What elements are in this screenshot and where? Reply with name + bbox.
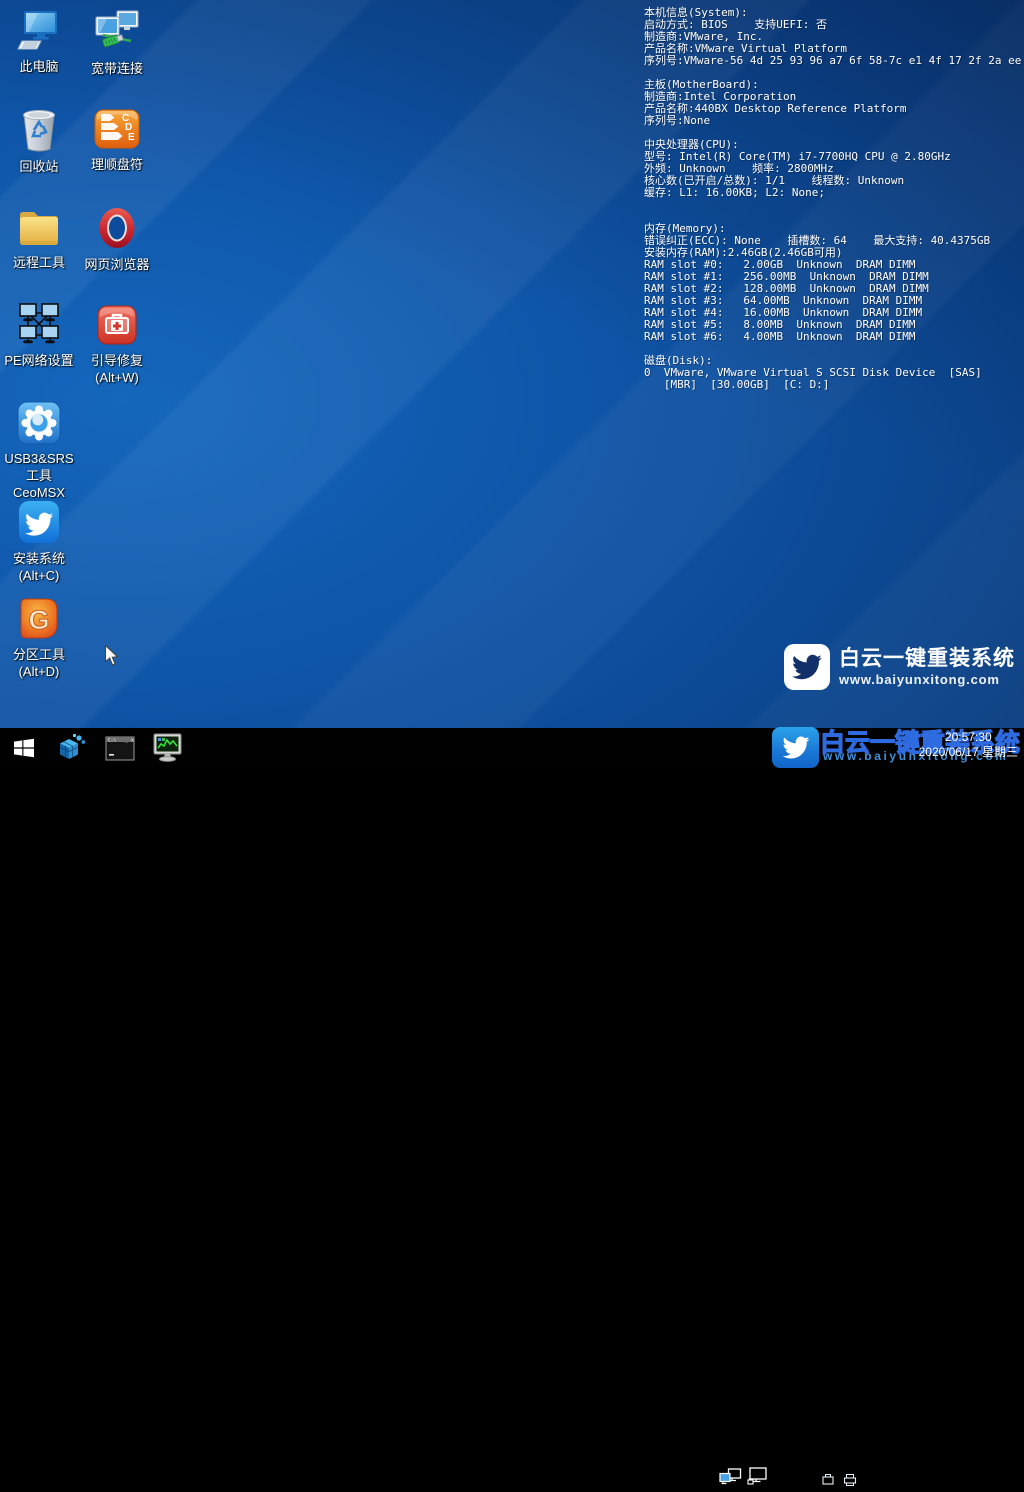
boot-repair-icon	[94, 302, 140, 348]
desktop-icon-web-browser[interactable]: 网页浏览器	[78, 204, 156, 273]
desktop-icon-remote-tools[interactable]: 远程工具	[0, 204, 78, 271]
icon-label: 安装系统	[13, 550, 65, 567]
printer-icon	[843, 1473, 857, 1487]
baiyun-bird-logo	[784, 644, 830, 690]
bird-icon	[791, 652, 823, 682]
desktop-icon-partition-tool[interactable]: G 分区工具 (Alt+D)	[0, 596, 78, 680]
desktop-icon-usb3-srs-tool[interactable]: USB3&SRS 工具CeoMSX	[0, 400, 78, 501]
start-button[interactable]	[0, 728, 48, 768]
command-prompt-icon: C:\ _ x	[105, 736, 135, 761]
icon-label: 理顺盘符	[91, 156, 143, 173]
icon-label-line2: (Alt+D)	[13, 663, 65, 680]
usb3-tool-icon	[15, 400, 63, 446]
icon-label: 回收站	[19, 158, 58, 175]
diskgenius-icon: G	[16, 596, 62, 642]
windows-logo-icon	[13, 737, 35, 759]
desktop-icon-broadband[interactable]: 宽带连接	[78, 8, 156, 77]
drive-letters-icon: CDE	[92, 106, 142, 152]
tray-usb-icon[interactable]	[821, 1473, 835, 1492]
taskbar-clock[interactable]: 20:57:30 2020/06/17 星期三	[919, 730, 1018, 760]
icon-label: USB3&SRS	[0, 450, 78, 467]
watermark-url: www.baiyunxitong.com	[839, 671, 1015, 688]
usb-drive-icon	[821, 1473, 835, 1487]
system-info-line: 序列号:None	[644, 115, 1024, 127]
dual-display-icon	[719, 1468, 742, 1486]
icon-label: 远程工具	[13, 254, 65, 271]
system-info-line: 序列号:VMware-56 4d 25 93 96 a7 6f 58-7c e1…	[644, 55, 1024, 67]
desktop-icon-this-pc[interactable]: 此电脑	[0, 8, 78, 75]
tray-printer-icon[interactable]	[843, 1473, 857, 1492]
system-info-line: [MBR] [30.00GB] [C: D:]	[644, 379, 1024, 391]
task-manager-icon	[152, 733, 184, 763]
icon-label-line2: 工具CeoMSX	[0, 467, 78, 501]
desktop: 此电脑 宽带连接	[0, 0, 1024, 728]
tray-display-device-icon[interactable]	[747, 1467, 768, 1491]
bird-icon	[781, 734, 811, 761]
clock-date: 2020/06/17 星期三	[919, 745, 1018, 760]
broadband-icon	[93, 8, 141, 56]
desktop-icon-install-system[interactable]: 安装系统 (Alt+C)	[0, 498, 78, 584]
watermark-title: 白云一键重装系统	[839, 647, 1015, 671]
registry-cube-icon	[58, 733, 86, 763]
clock-time: 20:57:30	[919, 730, 1018, 745]
svg-text:G: G	[28, 605, 49, 635]
taskbar-cmd-button[interactable]: C:\ _ x	[96, 728, 144, 768]
recycle-bin-icon	[16, 106, 62, 154]
desktop-icon-pe-network[interactable]: PE网络设置	[0, 302, 78, 369]
svg-text:E: E	[128, 132, 135, 143]
icon-label: 分区工具	[13, 646, 65, 663]
taskbar-registry-tool-button[interactable]	[48, 728, 96, 768]
icon-label: 网页浏览器	[84, 256, 149, 273]
icon-label: 宽带连接	[91, 60, 143, 77]
corner-bird-logo	[772, 727, 819, 768]
monitor-plug-icon	[747, 1467, 768, 1486]
tray-network-icon[interactable]	[719, 1468, 742, 1491]
icon-label-line2: (Alt+C)	[13, 567, 65, 584]
folder-icon	[16, 204, 62, 250]
opera-browser-icon	[94, 204, 140, 252]
system-info-line: 缓存: L1: 16.00KB; L2: None;	[644, 187, 1024, 199]
network-settings-icon	[15, 302, 63, 348]
install-system-bird-icon	[15, 498, 63, 546]
brand-watermark: 白云一键重装系统 www.baiyunxitong.com	[784, 644, 1015, 690]
svg-text:_ x: _ x	[125, 737, 134, 743]
this-pc-icon	[16, 8, 62, 54]
svg-text:C:\: C:\	[108, 737, 116, 743]
desktop-icon-boot-repair[interactable]: 引导修复 (Alt+W)	[78, 302, 156, 386]
system-info-line	[644, 199, 1024, 211]
icon-label: PE网络设置	[4, 352, 73, 369]
desktop-icon-drive-letters[interactable]: CDE 理顺盘符	[78, 106, 156, 173]
icon-label-line2: (Alt+W)	[91, 369, 143, 386]
icon-label: 引导修复	[91, 352, 143, 369]
desktop-icon-recycle-bin[interactable]: 回收站	[0, 106, 78, 175]
taskbar-task-manager-button[interactable]	[144, 728, 192, 768]
system-info-panel: 本机信息(System):启动方式: BIOS 支持UEFI: 否制造商:VMw…	[644, 7, 1024, 391]
icon-label: 此电脑	[19, 58, 58, 75]
mouse-cursor	[104, 644, 119, 667]
system-info-line: RAM slot #6: 4.00MB Unknown DRAM DIMM	[644, 331, 1024, 343]
